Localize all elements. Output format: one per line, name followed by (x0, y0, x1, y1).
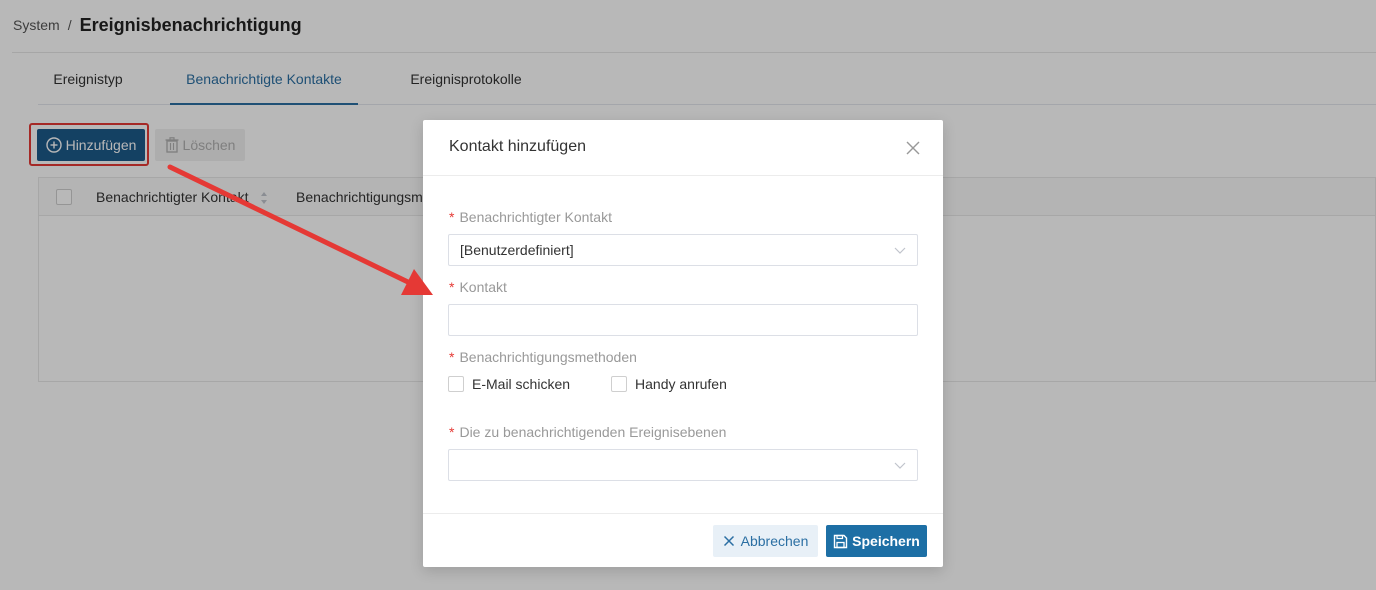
chevron-down-icon (894, 247, 906, 254)
dialog-header: Kontakt hinzufügen (423, 120, 943, 176)
dialog-title: Kontakt hinzufügen (449, 138, 586, 155)
methods-label: * Benachrichtigungsmethoden (449, 349, 637, 365)
email-option-label[interactable]: E-Mail schicken (472, 376, 570, 392)
dialog-footer: Abbrechen Speichern (423, 513, 943, 567)
contact-type-value: [Benutzerdefiniert] (460, 242, 574, 258)
contact-type-label: * Benachrichtigter Kontakt (449, 209, 612, 225)
close-icon[interactable] (904, 139, 922, 157)
contact-type-label-text: Benachrichtigter Kontakt (459, 209, 612, 225)
event-levels-select[interactable] (448, 449, 918, 481)
event-levels-label: * Die zu benachrichtigenden Ereignisebene… (449, 424, 726, 440)
contact-label-text: Kontakt (459, 279, 507, 295)
event-levels-label-text: Die zu benachrichtigenden Ereignisebenen (459, 424, 727, 440)
phone-call-option[interactable]: Handy anrufen (611, 376, 727, 392)
chevron-down-icon (894, 462, 906, 469)
methods-label-text: Benachrichtigungsmethoden (459, 349, 637, 365)
contact-type-select[interactable]: [Benutzerdefiniert] (448, 234, 918, 266)
close-icon (723, 535, 734, 547)
phone-call-option-label[interactable]: Handy anrufen (635, 376, 727, 392)
add-contact-dialog: Kontakt hinzufügen * Benachrichtigter Kon… (423, 120, 943, 567)
contact-label: * Kontakt (449, 279, 507, 295)
required-mark: * (449, 209, 455, 225)
save-icon (833, 534, 848, 548)
required-mark: * (449, 424, 455, 440)
phone-call-checkbox[interactable] (611, 376, 628, 392)
email-option[interactable]: E-Mail schicken (448, 376, 570, 392)
cancel-button[interactable]: Abbrechen (713, 525, 818, 557)
methods-checkbox-group: E-Mail schicken Handy anrufen (448, 375, 727, 393)
cancel-button-label: Abbrechen (740, 533, 809, 549)
required-mark: * (449, 349, 455, 365)
contact-input[interactable] (448, 304, 918, 336)
save-button[interactable]: Speichern (826, 525, 927, 557)
save-button-label: Speichern (852, 533, 920, 549)
email-checkbox[interactable] (448, 376, 464, 392)
required-mark: * (449, 279, 455, 295)
